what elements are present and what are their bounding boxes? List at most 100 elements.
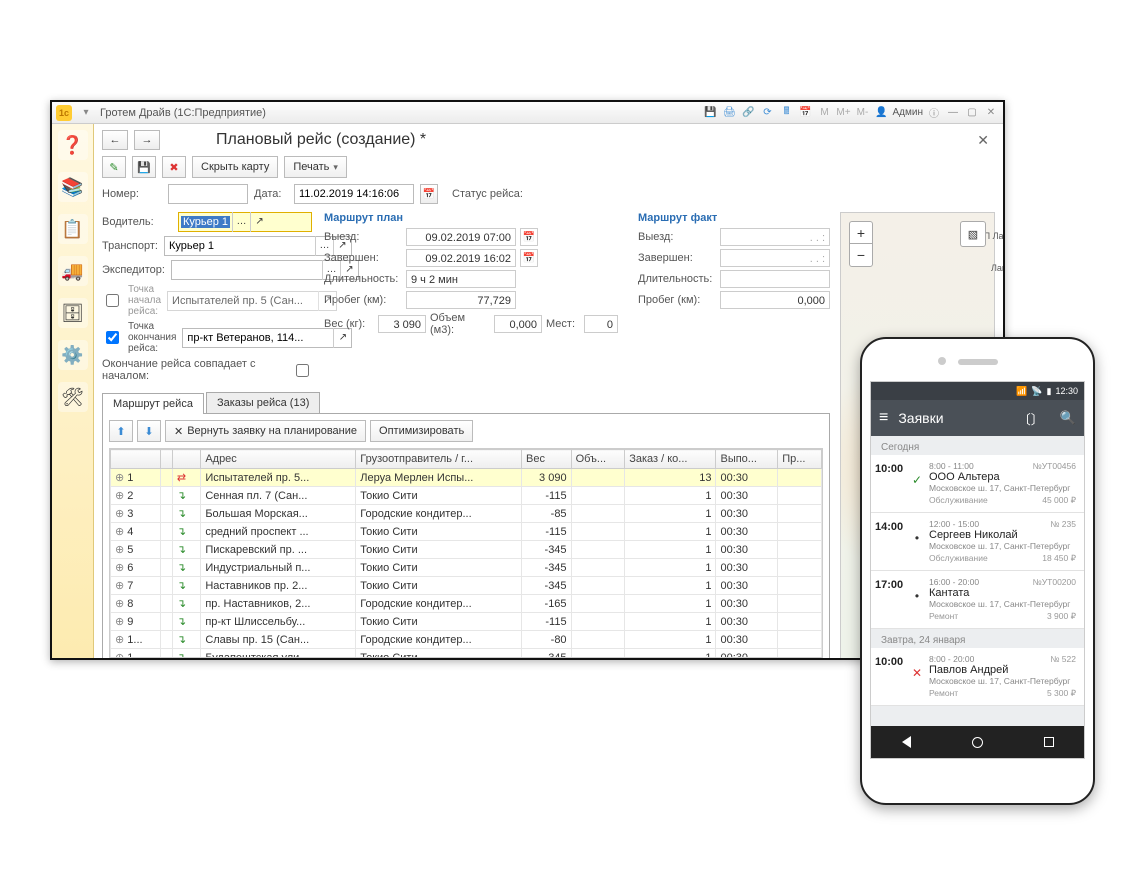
request-card[interactable]: 10:00✕8:00 - 20:00№ 522Павлов АндрейМоск…	[871, 648, 1084, 706]
col-header[interactable]	[172, 450, 201, 469]
nav-back-icon[interactable]	[902, 736, 911, 748]
search-icon[interactable]: 🔍	[1060, 410, 1076, 426]
admin-label: Админ	[893, 107, 924, 118]
start-point-label: Точка начала рейса:	[128, 284, 161, 317]
col-header[interactable]: Пр...	[778, 450, 822, 469]
col-header[interactable]	[111, 450, 161, 469]
plan-seats[interactable]: 0	[584, 315, 618, 333]
save-button[interactable]: 💾	[132, 156, 156, 178]
save-icon[interactable]: 💾	[703, 105, 719, 121]
close-icon[interactable]: ✕	[983, 105, 999, 121]
fact-mileage[interactable]: 0,000	[720, 291, 830, 309]
m-minus-button[interactable]: M-	[855, 105, 871, 121]
end-matches-start-checkbox[interactable]	[296, 364, 309, 377]
write-button[interactable]: ✎	[102, 156, 126, 178]
table-row[interactable]: ⊕ 5↴Пискаревский пр. ...Токио Сити-34510…	[111, 541, 822, 559]
hide-map-button[interactable]: Скрыть карту	[192, 156, 278, 178]
col-header[interactable]	[160, 450, 172, 469]
optimize-button[interactable]: Оптимизировать	[370, 420, 473, 442]
calendar-icon[interactable]: 📅	[520, 249, 538, 267]
col-header[interactable]: Заказ / ко...	[625, 450, 716, 469]
col-header[interactable]: Выпо...	[716, 450, 778, 469]
plan-finish[interactable]: 09.02.2019 16:02	[406, 249, 516, 267]
driver-picker-icon[interactable]: …	[232, 212, 250, 232]
phone-list[interactable]: Сегодня 10:00✓8:00 - 11:00№УТ00456ООО Ал…	[871, 436, 1084, 758]
driver-select[interactable]: Курьер 1 … ↗	[178, 212, 312, 232]
calc-icon[interactable]: 🖩	[779, 105, 795, 121]
minimize-icon[interactable]: —	[945, 105, 961, 121]
table-row[interactable]: ⊕ 9↴пр-кт Шлиссельбу...Токио Сити-115100…	[111, 613, 822, 631]
info-icon[interactable]: ⓘ	[926, 105, 942, 121]
sidebar-db-icon[interactable]: 🗄	[58, 298, 88, 328]
table-row[interactable]: ⊕ 8↴пр. Наставников, 2...Городские конди…	[111, 595, 822, 613]
table-row[interactable]: ⊕ 6↴Индустриальный п...Токио Сити-345100…	[111, 559, 822, 577]
nav-home-icon[interactable]	[972, 737, 983, 748]
sidebar-books-icon[interactable]: 📚	[58, 172, 88, 202]
end-point-label: Точка окончания рейса:	[128, 321, 176, 354]
refresh-icon[interactable]: ⟳	[760, 105, 776, 121]
m-button[interactable]: M	[817, 105, 833, 121]
sidebar-settings-icon[interactable]: ⚙️	[58, 340, 88, 370]
move-up-button[interactable]: ⬆	[109, 420, 133, 442]
map-city-label: Лаврики	[991, 263, 1003, 273]
route-table[interactable]: АдресГрузоотправитель / г...ВесОбъ...Зак…	[109, 448, 823, 658]
page-close-icon[interactable]: ✕	[971, 132, 995, 149]
move-down-button[interactable]: ⬇	[137, 420, 161, 442]
link-icon[interactable]: 🔗	[741, 105, 757, 121]
nav-forward-button[interactable]: →	[134, 130, 160, 150]
plan-mileage[interactable]: 77,729	[406, 291, 516, 309]
nav-recent-icon[interactable]	[1044, 737, 1054, 747]
table-row[interactable]: ⊕ 1...↴Будапештская ули...Токио Сити-345…	[111, 649, 822, 659]
start-point-checkbox[interactable]	[106, 294, 119, 307]
plan-volume[interactable]: 0,000	[494, 315, 542, 333]
user-icon[interactable]: 👤	[874, 105, 890, 121]
number-input[interactable]	[168, 184, 248, 204]
driver-open-icon[interactable]: ↗	[250, 212, 268, 232]
status-mark-icon: •	[911, 577, 923, 622]
sidebar-help-icon[interactable]: ❓	[58, 130, 88, 160]
calendar-icon[interactable]: 📅	[520, 228, 538, 246]
print-button[interactable]: Печать▾	[284, 156, 347, 178]
plan-weight[interactable]: 3 090	[378, 315, 426, 333]
scan-icon[interactable]: 〔〕	[1018, 409, 1044, 428]
hamburger-icon[interactable]: ≡	[879, 409, 888, 427]
zoom-in-icon[interactable]: +	[850, 222, 872, 244]
zoom-out-icon[interactable]: −	[850, 244, 872, 266]
col-header[interactable]: Вес	[521, 450, 571, 469]
table-row[interactable]: ⊕ 1...↴Славы пр. 15 (Сан...Городские кон…	[111, 631, 822, 649]
fact-finish[interactable]: . . :	[720, 249, 830, 267]
tab-orders[interactable]: Заказы рейса (13)	[206, 392, 320, 413]
fact-depart[interactable]: . . :	[720, 228, 830, 246]
calendar-icon[interactable]: 📅	[798, 105, 814, 121]
table-row[interactable]: ⊕ 4↴средний проспект ...Токио Сити-11510…	[111, 523, 822, 541]
return-request-button[interactable]: ✕Вернуть заявку на планирование	[165, 420, 366, 442]
sidebar-truck-icon[interactable]: 🚚	[58, 256, 88, 286]
request-card[interactable]: 17:00•16:00 - 20:00№УТ00200КантатаМосков…	[871, 571, 1084, 629]
fact-header: Маршрут факт	[638, 212, 830, 224]
request-card[interactable]: 10:00✓8:00 - 11:00№УТ00456ООО АльтераМос…	[871, 455, 1084, 513]
date-input[interactable]	[294, 184, 414, 204]
dropdown-icon[interactable]: ▾	[78, 105, 94, 121]
print-icon[interactable]: 🖨	[722, 105, 738, 121]
group-tomorrow: Завтра, 24 января	[871, 629, 1084, 648]
sidebar-tasks-icon[interactable]: 📋	[58, 214, 88, 244]
maximize-icon[interactable]: ▢	[964, 105, 980, 121]
request-card[interactable]: 14:00•12:00 - 15:00№ 235Сергеев НиколайМ…	[871, 513, 1084, 571]
table-row[interactable]: ⊕ 7↴Наставников пр. 2...Токио Сити-34510…	[111, 577, 822, 595]
m-plus-button[interactable]: M+	[836, 105, 852, 121]
nav-back-button[interactable]: ←	[102, 130, 128, 150]
col-header[interactable]: Объ...	[571, 450, 625, 469]
tab-route[interactable]: Маршрут рейса	[102, 393, 204, 414]
map-zoom-control[interactable]: + −	[849, 221, 873, 267]
date-picker-icon[interactable]: 📅	[420, 184, 438, 204]
col-header[interactable]: Грузоотправитель / г...	[356, 450, 522, 469]
sidebar-tools-icon[interactable]: 🛠	[58, 382, 88, 412]
col-header[interactable]: Адрес	[201, 450, 356, 469]
table-row[interactable]: ⊕ 1⇄Испытателей пр. 5...Леруа Мерлен Исп…	[111, 469, 822, 487]
plan-depart[interactable]: 09.02.2019 07:00	[406, 228, 516, 246]
map-layers-icon[interactable]: ▧	[960, 221, 986, 247]
table-row[interactable]: ⊕ 3↴Большая Морская...Городские кондитер…	[111, 505, 822, 523]
table-row[interactable]: ⊕ 2↴Сенная пл. 7 (Сан...Токио Сити-11510…	[111, 487, 822, 505]
end-point-checkbox[interactable]	[106, 331, 119, 344]
delete-button[interactable]: ✖	[162, 156, 186, 178]
